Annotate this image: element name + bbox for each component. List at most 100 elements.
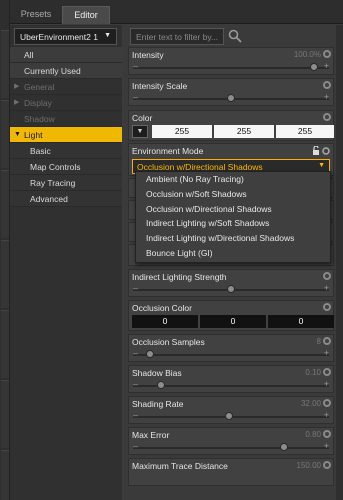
category-label: General xyxy=(24,82,55,92)
max-trace-distance-property[interactable]: Maximum Trace Distance 150.00 xyxy=(128,458,334,486)
slider-knob[interactable] xyxy=(279,443,288,451)
shading-rate-property[interactable]: Shading Rate 32.00 – + xyxy=(128,396,334,424)
environment-mode-option[interactable]: Occlusion w/Soft Shadows xyxy=(136,187,330,202)
category-label: Display xyxy=(24,98,52,108)
color-property[interactable]: Color ▼ 255 255 255 xyxy=(128,110,334,141)
indirect-lighting-slider[interactable]: – + xyxy=(133,283,329,293)
category-label: Shadow xyxy=(24,114,55,124)
collapsed-arrow-icon[interactable]: ▶ xyxy=(14,95,19,111)
lock-icon[interactable] xyxy=(311,146,331,156)
property-label: Indirect Lighting Strength xyxy=(132,272,227,282)
search-icon[interactable] xyxy=(228,29,242,43)
property-scrollbar[interactable] xyxy=(336,25,343,500)
max-error-slider[interactable]: – + xyxy=(133,441,329,451)
property-label: Intensity Scale xyxy=(132,81,188,91)
category-item-basic[interactable]: Basic xyxy=(10,143,122,159)
dock-tab[interactable] xyxy=(1,170,9,238)
category-label: Basic xyxy=(30,146,51,156)
slider-knob[interactable] xyxy=(227,285,235,293)
environment-mode-option[interactable]: Bounce Light (GI) xyxy=(136,246,330,261)
category-item-display[interactable]: ▶ Display xyxy=(10,95,122,111)
category-item-map-controls[interactable]: Map Controls xyxy=(10,159,122,175)
category-item-shadow[interactable]: Shadow xyxy=(10,111,122,127)
gear-icon[interactable] xyxy=(323,368,331,376)
category-item-advanced[interactable]: Advanced xyxy=(10,191,122,207)
environment-mode-option[interactable]: Indirect Lighting w/Soft Shadows xyxy=(136,216,330,231)
occlusion-samples-slider[interactable]: – + xyxy=(133,348,329,358)
tab-editor[interactable]: Editor xyxy=(62,6,110,24)
slider-knob[interactable] xyxy=(225,412,234,420)
dock-tab[interactable] xyxy=(1,30,9,98)
property-label: Occlusion Color xyxy=(132,303,192,313)
shadow-bias-property[interactable]: Shadow Bias 0.10 – + xyxy=(128,365,334,393)
category-list: All Currently Used ▶ General ▶ Display Shadow ▼… xyxy=(10,47,122,207)
dock-tab[interactable] xyxy=(1,310,9,378)
intensity-property[interactable]: Intensity 100.0% – + xyxy=(128,47,334,75)
environment-mode-option[interactable]: Indirect Lighting w/Directional Shadows xyxy=(136,231,330,246)
category-pane: UberEnvironment2 1 ▼ All Currently Used ▶ G… xyxy=(10,25,122,500)
property-value: 32.00 xyxy=(300,399,321,408)
category-label: Map Controls xyxy=(30,162,81,172)
left-dock-strip xyxy=(0,0,10,500)
slider-knob[interactable] xyxy=(227,94,235,102)
occlusion-samples-property[interactable]: Occlusion Samples 8 – + xyxy=(128,334,334,362)
dock-tab[interactable] xyxy=(1,240,9,308)
gear-icon[interactable] xyxy=(323,430,331,438)
property-label: Shading Rate xyxy=(132,399,184,409)
shading-rate-slider[interactable]: – + xyxy=(133,410,329,420)
dock-tab[interactable] xyxy=(1,380,9,448)
color-r-field[interactable]: 255 xyxy=(152,125,212,138)
category-item-all[interactable]: All xyxy=(10,47,122,63)
gear-icon[interactable] xyxy=(323,113,331,121)
category-item-light[interactable]: ▼ Light xyxy=(10,127,122,143)
dock-tab[interactable] xyxy=(1,100,9,168)
category-label: Advanced xyxy=(30,194,68,204)
shadow-bias-slider[interactable]: – + xyxy=(133,379,329,389)
category-item-currently-used[interactable]: Currently Used xyxy=(10,63,122,79)
slider-knob[interactable] xyxy=(309,63,318,71)
expanded-arrow-icon[interactable]: ▼ xyxy=(14,127,21,143)
property-label: Occlusion Samples xyxy=(132,337,205,347)
property-value: 100.0% xyxy=(293,50,321,59)
collapsed-arrow-icon[interactable]: ▶ xyxy=(14,79,19,95)
category-item-ray-tracing[interactable]: Ray Tracing xyxy=(10,175,122,191)
intensity-slider[interactable]: – + xyxy=(133,61,329,71)
gear-icon[interactable] xyxy=(323,81,331,89)
filter-input[interactable]: Enter text to filter by... xyxy=(130,28,224,45)
intensity-scale-slider[interactable]: – + xyxy=(133,92,329,102)
environment-mode-option[interactable]: Ambient (No Ray Tracing) xyxy=(136,172,330,187)
gear-icon[interactable] xyxy=(323,461,331,469)
property-label: Environment Mode xyxy=(132,146,204,156)
gear-icon[interactable] xyxy=(323,272,331,280)
gear-icon[interactable] xyxy=(323,337,331,345)
occlusion-r-field[interactable]: 0 xyxy=(132,315,198,328)
filter-placeholder: Enter text to filter by... xyxy=(136,32,219,42)
color-b-field[interactable]: 255 xyxy=(276,125,334,138)
gear-icon[interactable] xyxy=(323,303,331,311)
category-item-general[interactable]: ▶ General xyxy=(10,79,122,95)
occlusion-color-property[interactable]: Occlusion Color 0 0 0 xyxy=(128,300,334,331)
property-label: Shadow Bias xyxy=(132,368,182,378)
dock-tab[interactable] xyxy=(1,450,9,500)
property-value: 0.80 xyxy=(305,430,321,439)
occlusion-g-field[interactable]: 0 xyxy=(200,315,266,328)
property-value: 8 xyxy=(316,337,321,346)
color-picker-button[interactable]: ▼ xyxy=(132,125,148,138)
node-selector[interactable]: UberEnvironment2 1 ▼ xyxy=(14,28,117,45)
intensity-scale-property[interactable]: Intensity Scale – + xyxy=(128,78,334,106)
gear-icon[interactable] xyxy=(323,50,331,58)
tab-bar: Presets Editor xyxy=(10,0,343,24)
slider-knob[interactable] xyxy=(156,381,165,389)
tab-presets[interactable]: Presets xyxy=(10,6,62,24)
gear-icon[interactable] xyxy=(323,399,331,407)
color-g-field[interactable]: 255 xyxy=(214,125,274,138)
chevron-down-icon: ▼ xyxy=(104,32,111,39)
slider-knob[interactable] xyxy=(146,350,155,358)
category-label: Light xyxy=(24,130,43,140)
environment-mode-option[interactable]: Occlusion w/Directional Shadows xyxy=(136,202,330,217)
chevron-down-icon: ▼ xyxy=(318,162,325,169)
indirect-lighting-strength-property[interactable]: Indirect Lighting Strength – + xyxy=(128,269,334,297)
occlusion-b-field[interactable]: 0 xyxy=(268,315,334,328)
category-label: Currently Used xyxy=(24,66,81,76)
max-error-property[interactable]: Max Error 0.80 – + xyxy=(128,427,334,455)
